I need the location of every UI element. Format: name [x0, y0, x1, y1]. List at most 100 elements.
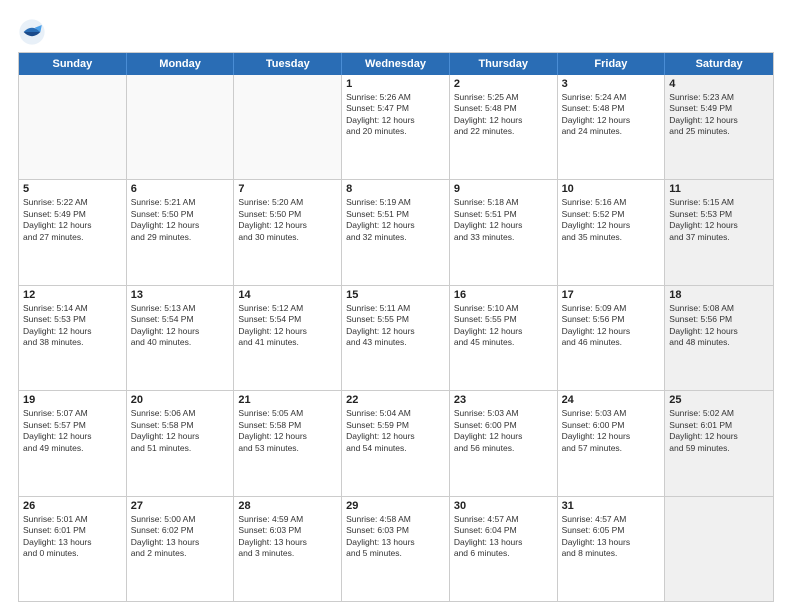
calendar-cell-21: 21Sunrise: 5:05 AMSunset: 5:58 PMDayligh…	[234, 391, 342, 495]
header-day-saturday: Saturday	[665, 53, 773, 75]
line2: Sunset: 5:54 PM	[131, 314, 230, 325]
line1: Sunrise: 5:25 AM	[454, 92, 553, 103]
calendar-cell-20: 20Sunrise: 5:06 AMSunset: 5:58 PMDayligh…	[127, 391, 235, 495]
line2: Sunset: 6:05 PM	[562, 525, 661, 536]
day-number: 28	[238, 500, 337, 512]
line2: Sunset: 6:01 PM	[669, 420, 769, 431]
line3: Daylight: 13 hours	[131, 537, 230, 548]
line2: Sunset: 5:56 PM	[562, 314, 661, 325]
line3: Daylight: 12 hours	[346, 326, 445, 337]
line1: Sunrise: 5:15 AM	[669, 197, 769, 208]
line3: Daylight: 12 hours	[562, 115, 661, 126]
line1: Sunrise: 5:21 AM	[131, 197, 230, 208]
logo-icon	[18, 18, 46, 46]
calendar-cell-17: 17Sunrise: 5:09 AMSunset: 5:56 PMDayligh…	[558, 286, 666, 390]
calendar-cell-22: 22Sunrise: 5:04 AMSunset: 5:59 PMDayligh…	[342, 391, 450, 495]
line1: Sunrise: 5:16 AM	[562, 197, 661, 208]
line2: Sunset: 5:56 PM	[669, 314, 769, 325]
line2: Sunset: 5:49 PM	[23, 209, 122, 220]
line4: and 53 minutes.	[238, 443, 337, 454]
line4: and 0 minutes.	[23, 548, 122, 559]
line2: Sunset: 5:49 PM	[669, 103, 769, 114]
day-number: 10	[562, 183, 661, 195]
line1: Sunrise: 5:18 AM	[454, 197, 553, 208]
line4: and 8 minutes.	[562, 548, 661, 559]
calendar-row-4: 26Sunrise: 5:01 AMSunset: 6:01 PMDayligh…	[19, 496, 773, 601]
line4: and 25 minutes.	[669, 126, 769, 137]
line3: Daylight: 12 hours	[23, 431, 122, 442]
calendar-cell-empty-0-0	[19, 75, 127, 179]
calendar: SundayMondayTuesdayWednesdayThursdayFrid…	[18, 52, 774, 602]
line2: Sunset: 5:51 PM	[454, 209, 553, 220]
line2: Sunset: 5:53 PM	[23, 314, 122, 325]
calendar-cell-9: 9Sunrise: 5:18 AMSunset: 5:51 PMDaylight…	[450, 180, 558, 284]
line1: Sunrise: 5:22 AM	[23, 197, 122, 208]
line2: Sunset: 5:47 PM	[346, 103, 445, 114]
line4: and 59 minutes.	[669, 443, 769, 454]
line4: and 41 minutes.	[238, 337, 337, 348]
day-number: 6	[131, 183, 230, 195]
line3: Daylight: 12 hours	[131, 326, 230, 337]
line4: and 51 minutes.	[131, 443, 230, 454]
line2: Sunset: 6:00 PM	[454, 420, 553, 431]
line2: Sunset: 6:01 PM	[23, 525, 122, 536]
line4: and 3 minutes.	[238, 548, 337, 559]
calendar-row-1: 5Sunrise: 5:22 AMSunset: 5:49 PMDaylight…	[19, 179, 773, 284]
calendar-cell-29: 29Sunrise: 4:58 AMSunset: 6:03 PMDayligh…	[342, 497, 450, 601]
line4: and 46 minutes.	[562, 337, 661, 348]
line3: Daylight: 12 hours	[562, 220, 661, 231]
line4: and 57 minutes.	[562, 443, 661, 454]
calendar-cell-31: 31Sunrise: 4:57 AMSunset: 6:05 PMDayligh…	[558, 497, 666, 601]
day-number: 4	[669, 78, 769, 90]
calendar-cell-13: 13Sunrise: 5:13 AMSunset: 5:54 PMDayligh…	[127, 286, 235, 390]
line4: and 24 minutes.	[562, 126, 661, 137]
day-number: 18	[669, 289, 769, 301]
line2: Sunset: 5:59 PM	[346, 420, 445, 431]
line3: Daylight: 12 hours	[346, 115, 445, 126]
line3: Daylight: 12 hours	[669, 326, 769, 337]
calendar-cell-8: 8Sunrise: 5:19 AMSunset: 5:51 PMDaylight…	[342, 180, 450, 284]
calendar-cell-23: 23Sunrise: 5:03 AMSunset: 6:00 PMDayligh…	[450, 391, 558, 495]
page: SundayMondayTuesdayWednesdayThursdayFrid…	[0, 0, 792, 612]
line4: and 22 minutes.	[454, 126, 553, 137]
calendar-cell-24: 24Sunrise: 5:03 AMSunset: 6:00 PMDayligh…	[558, 391, 666, 495]
line2: Sunset: 5:50 PM	[238, 209, 337, 220]
line3: Daylight: 12 hours	[23, 326, 122, 337]
line4: and 2 minutes.	[131, 548, 230, 559]
line1: Sunrise: 5:11 AM	[346, 303, 445, 314]
day-number: 19	[23, 394, 122, 406]
line4: and 6 minutes.	[454, 548, 553, 559]
day-number: 15	[346, 289, 445, 301]
logo	[18, 18, 50, 46]
calendar-cell-10: 10Sunrise: 5:16 AMSunset: 5:52 PMDayligh…	[558, 180, 666, 284]
day-number: 25	[669, 394, 769, 406]
day-number: 21	[238, 394, 337, 406]
line2: Sunset: 5:58 PM	[238, 420, 337, 431]
line2: Sunset: 6:00 PM	[562, 420, 661, 431]
day-number: 17	[562, 289, 661, 301]
calendar-cell-4: 4Sunrise: 5:23 AMSunset: 5:49 PMDaylight…	[665, 75, 773, 179]
calendar-cell-26: 26Sunrise: 5:01 AMSunset: 6:01 PMDayligh…	[19, 497, 127, 601]
calendar-row-0: 1Sunrise: 5:26 AMSunset: 5:47 PMDaylight…	[19, 75, 773, 179]
line4: and 37 minutes.	[669, 232, 769, 243]
line2: Sunset: 6:03 PM	[346, 525, 445, 536]
calendar-cell-2: 2Sunrise: 5:25 AMSunset: 5:48 PMDaylight…	[450, 75, 558, 179]
line3: Daylight: 13 hours	[562, 537, 661, 548]
line4: and 56 minutes.	[454, 443, 553, 454]
day-number: 9	[454, 183, 553, 195]
calendar-cell-1: 1Sunrise: 5:26 AMSunset: 5:47 PMDaylight…	[342, 75, 450, 179]
calendar-cell-18: 18Sunrise: 5:08 AMSunset: 5:56 PMDayligh…	[665, 286, 773, 390]
line4: and 40 minutes.	[131, 337, 230, 348]
line1: Sunrise: 5:20 AM	[238, 197, 337, 208]
line3: Daylight: 12 hours	[454, 326, 553, 337]
calendar-cell-14: 14Sunrise: 5:12 AMSunset: 5:54 PMDayligh…	[234, 286, 342, 390]
line4: and 33 minutes.	[454, 232, 553, 243]
calendar-row-3: 19Sunrise: 5:07 AMSunset: 5:57 PMDayligh…	[19, 390, 773, 495]
line4: and 20 minutes.	[346, 126, 445, 137]
calendar-cell-7: 7Sunrise: 5:20 AMSunset: 5:50 PMDaylight…	[234, 180, 342, 284]
day-number: 3	[562, 78, 661, 90]
line1: Sunrise: 4:59 AM	[238, 514, 337, 525]
line1: Sunrise: 5:07 AM	[23, 408, 122, 419]
calendar-cell-empty-4-6	[665, 497, 773, 601]
line2: Sunset: 6:04 PM	[454, 525, 553, 536]
